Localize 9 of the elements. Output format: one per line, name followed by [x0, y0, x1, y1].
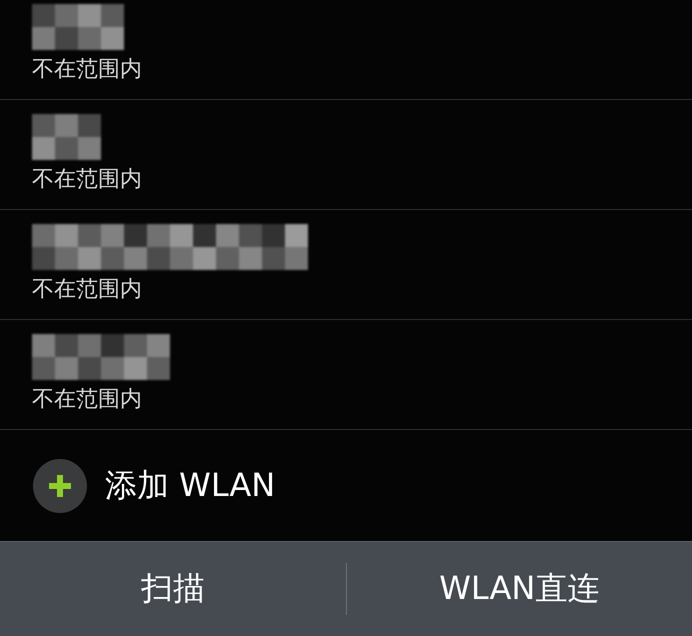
wlan-direct-button[interactable]: WLAN直连 [346, 542, 692, 636]
network-status: 不在范围内 [32, 386, 142, 414]
blurred-name [32, 114, 101, 160]
network-status: 不在范围内 [32, 276, 142, 304]
scan-button[interactable]: 扫描 [0, 542, 346, 636]
network-status: 不在范围内 [32, 166, 142, 194]
network-status: 不在范围内 [32, 56, 142, 84]
add-network-item[interactable]: 添加 WLAN [0, 430, 692, 541]
add-icon [32, 458, 88, 514]
